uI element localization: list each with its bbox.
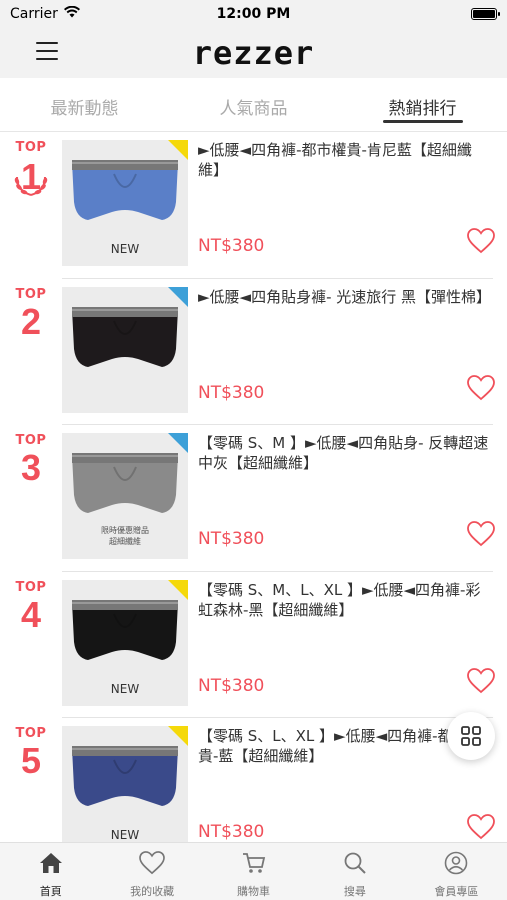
new-badge: NEW	[110, 681, 140, 696]
tab-latest[interactable]: 最新動態	[0, 78, 169, 131]
rank-number: 4	[20, 593, 42, 635]
nav-item-label: 首頁	[39, 885, 62, 898]
product-item[interactable]: TOP 3 限時優惠贈品 超細纖維 【零碼 S、M 】►低腰◄四角貼身- 反轉超速…	[0, 425, 507, 572]
nav-item-search[interactable]: 搜尋	[304, 843, 405, 900]
app-root: Carrier 12:00 PM rezzer 最新動態 人氣商品 熱銷排行 T…	[0, 0, 507, 900]
tab-best-selling[interactable]: 熱銷排行	[338, 78, 507, 131]
product-price: NT$380	[198, 675, 265, 696]
grid-icon	[461, 726, 481, 746]
product-image[interactable]: 限時優惠贈品 超細纖維	[62, 433, 188, 559]
favorite-heart-icon[interactable]	[467, 521, 495, 547]
grid-view-button[interactable]	[447, 712, 495, 760]
favorite-heart-icon[interactable]	[467, 374, 495, 401]
user-icon	[443, 851, 469, 879]
bottom-tab-bar: 首頁 我的收藏 購物車 搜尋 會員專區	[0, 842, 507, 900]
product-title[interactable]: ►低腰◄四角褲-都市權貴-肯尼藍【超細纖維】	[198, 140, 493, 180]
product-title[interactable]: ►低腰◄四角貼身褲- 光速旅行 黑【彈性棉】	[198, 287, 493, 307]
top-area: Carrier 12:00 PM rezzer	[0, 0, 507, 78]
carrier-label: Carrier	[10, 6, 58, 22]
hamburger-menu-icon[interactable]	[36, 42, 58, 60]
nav-item-user[interactable]: 會員專區	[406, 843, 507, 900]
battery-icon	[471, 8, 500, 20]
product-list: TOP 1 NEW ►低腰◄四角褲-都市權貴-肯尼藍【超細纖維】 NT$380 …	[0, 132, 507, 842]
rank-badge: TOP 1	[0, 140, 62, 201]
rank-badge: TOP 4	[0, 580, 62, 635]
promo-badge: 限時優惠贈品 超細纖維	[101, 526, 149, 546]
rank-top-label: TOP	[15, 140, 47, 155]
corner-tag	[168, 726, 188, 746]
product-image[interactable]: NEW	[62, 140, 188, 266]
brand-logo[interactable]: rezzer	[193, 34, 315, 72]
corner-tag	[168, 286, 188, 307]
product-item[interactable]: TOP 2 ►低腰◄四角貼身褲- 光速旅行 黑【彈性棉】 NT$380	[0, 279, 507, 425]
status-left: Carrier	[10, 5, 80, 22]
rank-number: 2	[20, 300, 42, 342]
product-image[interactable]: NEW	[62, 579, 188, 706]
product-item[interactable]: TOP 4 NEW 【零碼 S、M、L、XL 】►低腰◄四角褲-彩虹森林-黑【超…	[0, 572, 507, 718]
product-price: NT$380	[198, 529, 265, 549]
rank-number: 1	[20, 156, 42, 197]
status-time: 12:00 PM	[216, 6, 291, 22]
new-badge: NEW	[110, 242, 140, 256]
nav-item-heart[interactable]: 我的收藏	[101, 843, 202, 900]
corner-tag	[168, 433, 188, 453]
product-item[interactable]: TOP 1 NEW ►低腰◄四角褲-都市權貴-肯尼藍【超細纖維】 NT$380	[0, 132, 507, 279]
product-title[interactable]: 【零碼 S、M、L、XL 】►低腰◄四角褲-彩虹森林-黑【超細纖維】	[198, 580, 493, 620]
nav-item-label: 會員專區	[434, 885, 479, 898]
product-title[interactable]: 【零碼 S、M 】►低腰◄四角貼身- 反轉超速中灰【超細纖維】	[198, 433, 493, 473]
app-header: rezzer	[0, 28, 507, 78]
product-price: NT$380	[198, 236, 265, 256]
heart-icon	[139, 851, 165, 879]
product-price: NT$380	[198, 382, 265, 403]
rank-top-label: TOP	[15, 433, 47, 448]
corner-tag	[168, 140, 188, 160]
home-icon	[38, 851, 64, 879]
cart-icon	[241, 851, 267, 879]
search-icon	[342, 851, 368, 879]
product-image[interactable]: NEW	[62, 726, 188, 842]
favorite-heart-icon[interactable]	[467, 228, 495, 254]
nav-item-label: 我的收藏	[130, 885, 175, 898]
rank-top-label: TOP	[15, 579, 47, 595]
nav-item-label: 搜尋	[343, 885, 366, 898]
wifi-icon	[63, 5, 80, 22]
nav-item-cart[interactable]: 購物車	[203, 843, 304, 900]
new-badge: NEW	[110, 828, 140, 842]
nav-item-home[interactable]: 首頁	[0, 843, 101, 900]
category-tabs: 最新動態 人氣商品 熱銷排行	[0, 78, 507, 132]
rank-top-label: TOP	[15, 726, 47, 741]
rank-badge: TOP 5	[0, 726, 62, 781]
product-item[interactable]: TOP 5 NEW 【零碼 S、L、XL 】►低腰◄四角褲-都市權貴-藍【超細纖…	[0, 718, 507, 842]
favorite-heart-icon[interactable]	[467, 814, 495, 840]
product-image[interactable]	[62, 286, 188, 413]
corner-tag	[168, 579, 188, 600]
rank-badge: TOP 3	[0, 433, 62, 488]
product-price: NT$380	[198, 822, 265, 842]
nav-item-label: 購物車	[237, 885, 271, 898]
rank-badge: TOP 2	[0, 287, 62, 342]
laurel-icon: 1	[9, 157, 53, 201]
rank-top-label: TOP	[15, 286, 47, 302]
favorite-heart-icon[interactable]	[467, 667, 495, 694]
rank-number: 5	[20, 740, 42, 781]
rank-number: 3	[20, 447, 42, 488]
tab-popular[interactable]: 人氣商品	[169, 78, 338, 131]
status-bar: Carrier 12:00 PM	[0, 0, 507, 28]
